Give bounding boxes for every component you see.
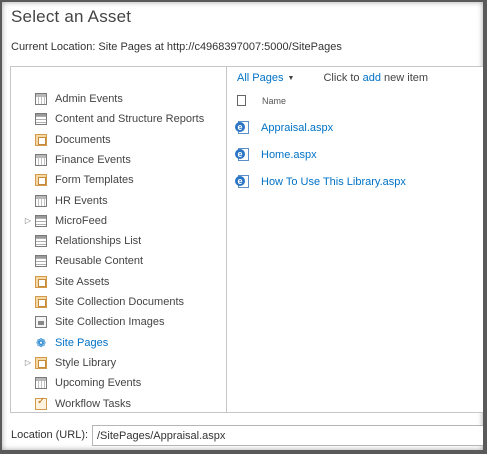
column-header: Name xyxy=(237,95,286,106)
view-bar: All Pages ▼ Click to add new item xyxy=(237,72,428,84)
aspx-page-icon xyxy=(235,175,249,188)
tree-item-label: Relationships List xyxy=(55,235,142,248)
current-location: Current Location: Site Pages at http://c… xyxy=(11,41,342,53)
view-label: All Pages xyxy=(237,72,284,84)
tree-item-label: Upcoming Events xyxy=(55,377,142,390)
tree-item[interactable]: Upcoming Events xyxy=(23,374,223,392)
tree-item-label: Site Assets xyxy=(55,275,110,288)
file-name: Home.aspx xyxy=(261,148,317,161)
library-tree: Admin Events Content and Structure Report… xyxy=(11,67,227,412)
file-item[interactable]: Appraisal.aspx xyxy=(235,121,333,134)
new-item-text: new item xyxy=(384,72,429,84)
tree-item[interactable]: Documents xyxy=(23,131,223,149)
tree-item-label: Form Templates xyxy=(55,174,134,187)
tree-item-label: Reusable Content xyxy=(55,255,144,268)
tree-item-label: Site Pages xyxy=(55,336,109,349)
files-pane: All Pages▼ Click to add new item Name Ap… xyxy=(227,67,483,412)
aspx-page-icon xyxy=(235,148,249,161)
tree-item[interactable]: ▷ Style Library xyxy=(23,354,223,372)
tasks-icon xyxy=(35,396,47,410)
tree-item[interactable]: Site Assets xyxy=(23,273,223,291)
tree-item-label: Admin Events xyxy=(55,93,123,105)
calendar-icon xyxy=(35,93,47,105)
list-icon xyxy=(35,113,47,126)
list-icon xyxy=(35,235,47,248)
library-icon xyxy=(35,174,47,187)
tree-item[interactable]: ▷ MicroFeed xyxy=(23,212,223,230)
location-label: Location (URL): xyxy=(11,429,89,441)
file-name: How To Use This Library.aspx xyxy=(261,175,406,188)
column-name-header[interactable]: Name xyxy=(262,96,286,106)
tree-item-label: Finance Events xyxy=(55,153,131,166)
tree-item-label: Site Collection Images xyxy=(55,316,165,329)
view-selector[interactable]: All Pages ▼ xyxy=(237,72,297,84)
library-icon xyxy=(35,296,47,308)
tree-item-label: Content and Structure Reports xyxy=(55,113,205,126)
library-icon xyxy=(35,356,47,369)
tree-item[interactable]: Content and Structure Reports xyxy=(23,110,223,128)
file-name: Appraisal.aspx xyxy=(261,121,334,134)
library-icon xyxy=(35,133,47,146)
tree-item-label: Site Collection Documents xyxy=(55,296,185,308)
tree-item[interactable]: Form Templates xyxy=(23,171,223,189)
tree-item[interactable]: Reusable Content xyxy=(23,252,223,270)
tree-item-label: HR Events xyxy=(55,194,108,207)
tree-item[interactable]: HR Events xyxy=(23,192,223,210)
tree-item[interactable]: Workflow Tasks xyxy=(23,395,223,413)
add-new-item-link[interactable]: add xyxy=(363,72,381,84)
image-library-icon xyxy=(35,316,47,329)
expand-arrow-icon[interactable]: ▷ xyxy=(23,216,33,225)
library-icon xyxy=(35,275,47,288)
list-icon xyxy=(35,255,47,268)
tree-item-label: Workflow Tasks xyxy=(55,397,132,410)
click-to-text: Click to xyxy=(323,72,360,84)
calendar-icon xyxy=(35,153,47,166)
expand-arrow-icon[interactable]: ▷ xyxy=(23,358,33,367)
tree-item[interactable]: ❁ Site Pages xyxy=(23,334,223,352)
file-item[interactable]: How To Use This Library.aspx xyxy=(235,175,406,188)
tree-item-label: Documents xyxy=(55,133,111,146)
tree-item-label: Style Library xyxy=(55,356,117,369)
select-asset-dialog: Select an Asset Current Location: Site P… xyxy=(2,2,483,450)
tree-item[interactable]: Site Collection Documents xyxy=(23,293,223,311)
tree-item-label: MicroFeed xyxy=(55,214,107,227)
aspx-page-icon xyxy=(235,121,249,134)
dialog-title: Select an Asset xyxy=(11,7,132,26)
location-url-input[interactable] xyxy=(92,425,483,446)
calendar-icon xyxy=(35,194,47,207)
site-pages-icon: ❁ xyxy=(35,335,47,350)
file-item[interactable]: Home.aspx xyxy=(235,148,317,161)
asset-picker: Admin Events Content and Structure Report… xyxy=(10,66,483,413)
calendar-icon xyxy=(35,377,47,390)
tree-item[interactable]: Site Collection Images xyxy=(23,313,223,331)
chevron-down-icon: ▼ xyxy=(287,75,295,82)
document-type-icon xyxy=(237,95,246,106)
tree-item[interactable]: Relationships List xyxy=(23,232,223,250)
tree-item[interactable]: Finance Events xyxy=(23,151,223,169)
tree-item[interactable]: Admin Events xyxy=(23,90,223,108)
list-icon xyxy=(35,214,47,227)
